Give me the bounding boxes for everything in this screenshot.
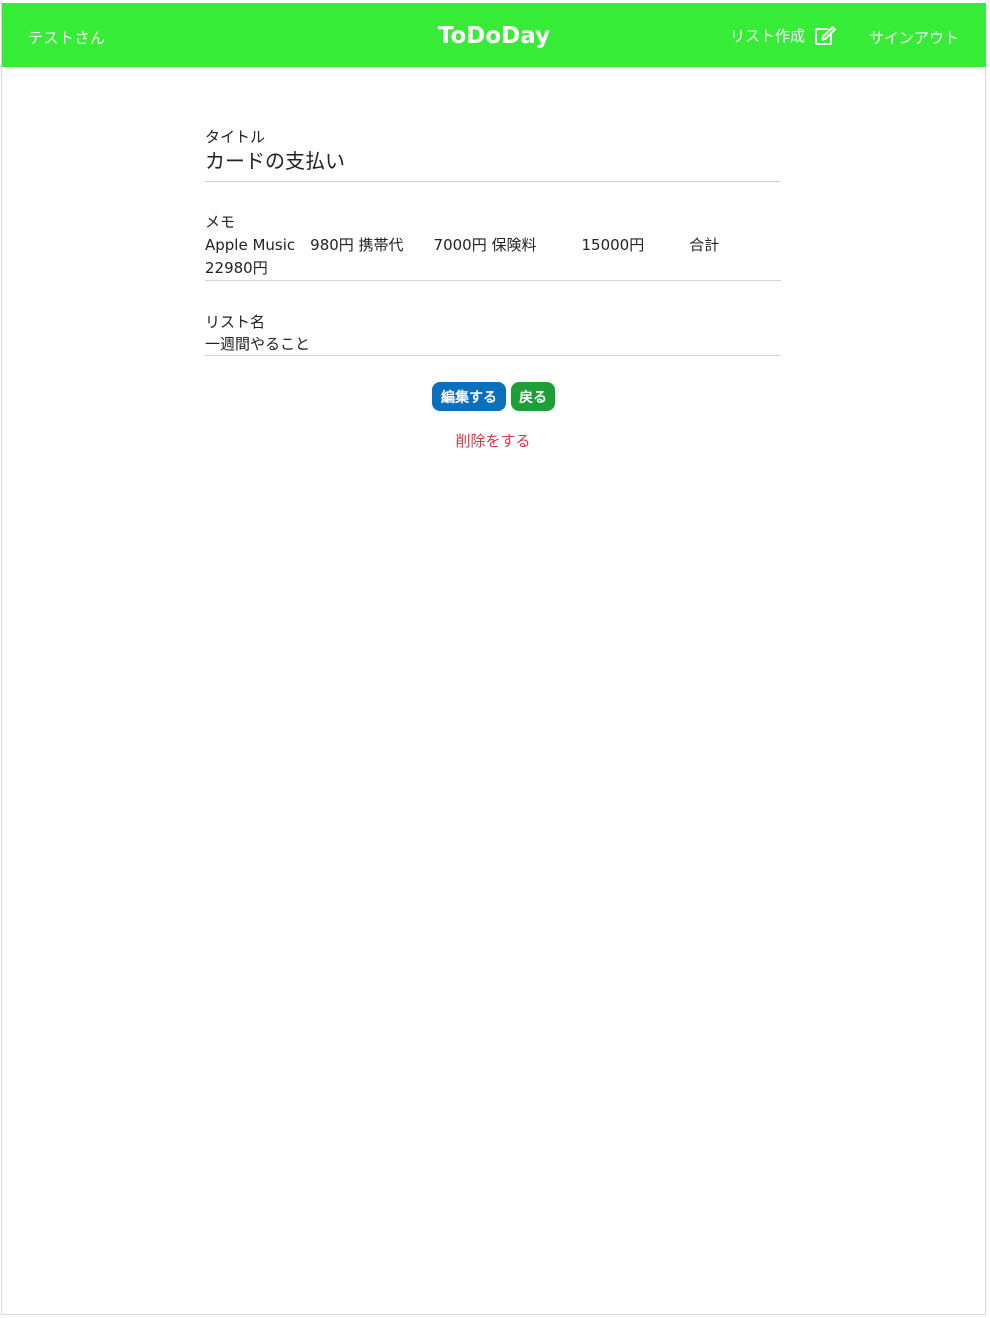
brand-container: ToDoDay: [2, 23, 986, 49]
signout-link[interactable]: サインアウト: [869, 27, 959, 48]
list-name-label: リスト名: [205, 313, 266, 331]
delete-link[interactable]: 削除をする: [455, 432, 530, 450]
title-label: タイトル: [205, 128, 266, 146]
user-name: テストさん: [28, 29, 106, 47]
list-name-value: 一週間やること: [205, 335, 311, 353]
title-value: カードの支払い: [205, 149, 345, 173]
memo-label: メモ: [205, 213, 236, 231]
edit-button[interactable]: 編集する: [432, 382, 506, 411]
brand-logo-link[interactable]: ToDoDay: [438, 23, 550, 49]
list-name-field: リスト名 一週間やること: [205, 312, 781, 356]
top-navbar: テストさん ToDoDay リスト作成 サインアウト: [2, 3, 986, 67]
create-list-label: リスト作成: [730, 27, 806, 45]
back-button[interactable]: 戻る: [511, 382, 555, 411]
memo-value: Apple Music 980円 携帯代 7000円 保険料 15000円 合計…: [205, 236, 840, 277]
memo-field: メモ Apple Music 980円 携帯代 7000円 保険料 15000円…: [205, 212, 781, 281]
edit-icon: [815, 25, 836, 45]
page-frame: [1, 3, 986, 1315]
create-list-link[interactable]: リスト作成: [730, 25, 836, 46]
title-field: タイトル カードの支払い: [205, 127, 781, 182]
